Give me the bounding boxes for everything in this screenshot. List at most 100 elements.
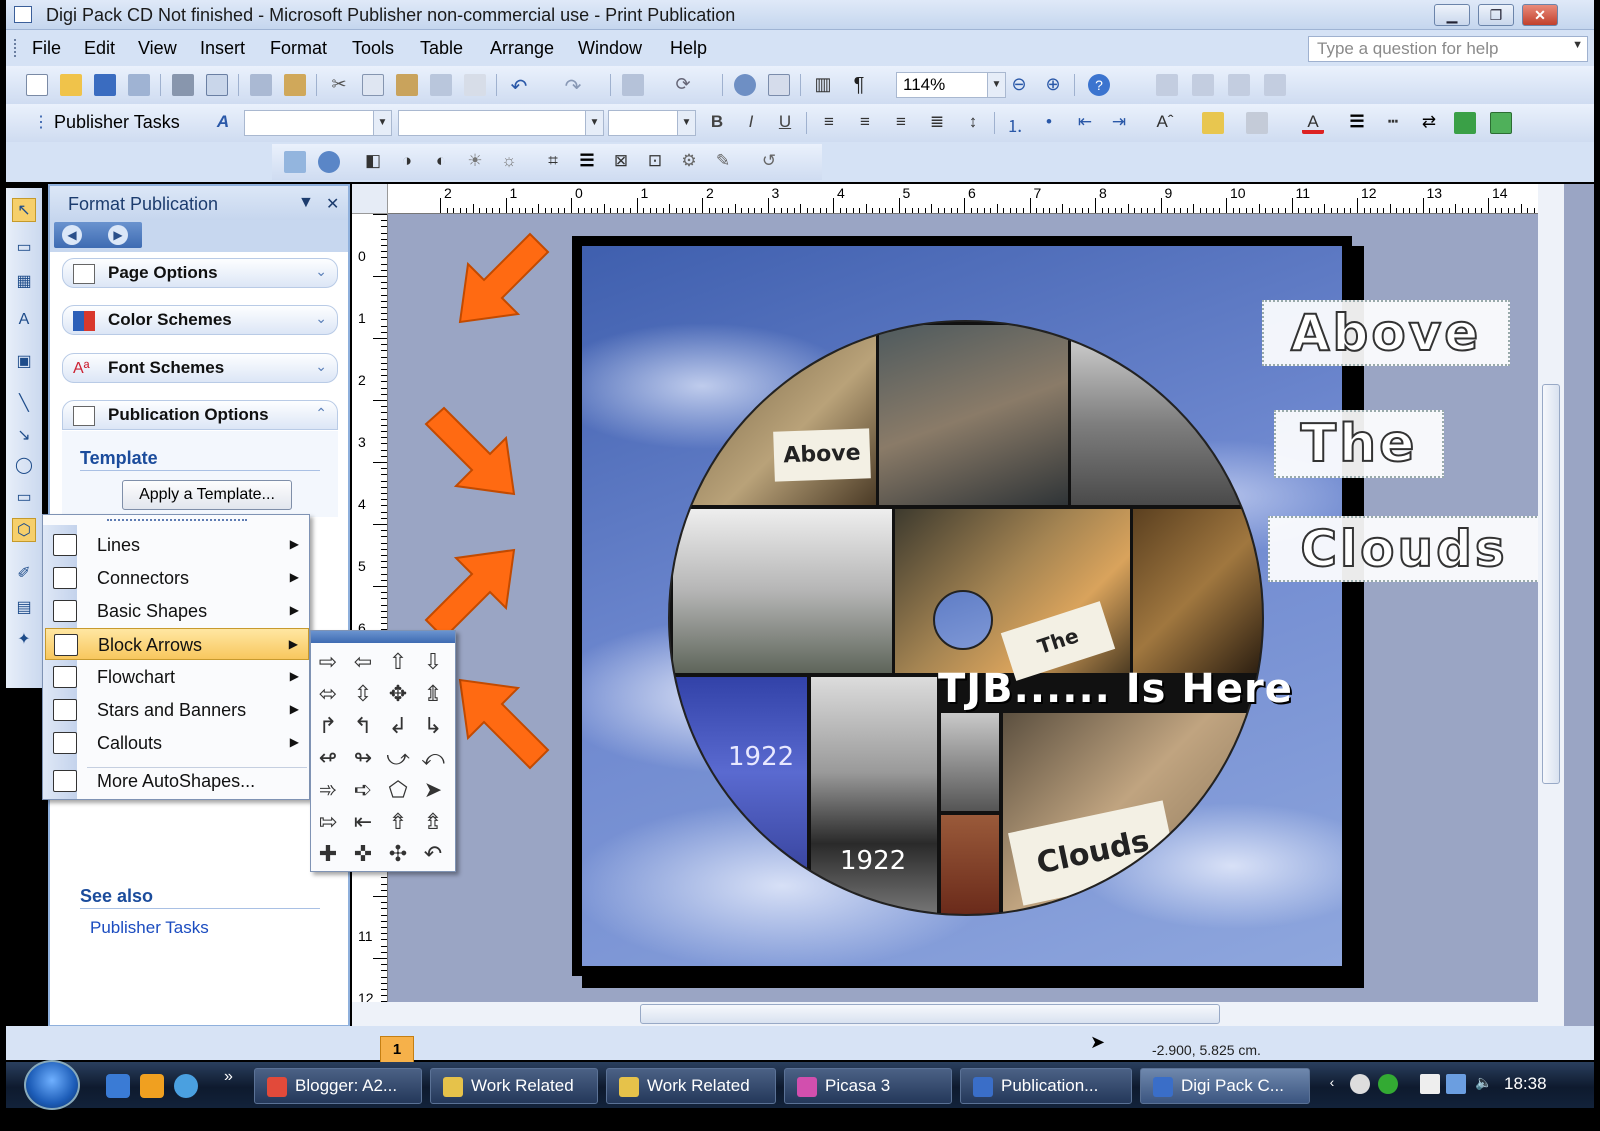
cut-icon[interactable]: ✂ xyxy=(328,74,350,96)
styles-icon[interactable]: A xyxy=(212,112,234,134)
safely-remove-icon[interactable] xyxy=(1420,1074,1440,1094)
chevron-down-icon[interactable]: ⌄ xyxy=(315,358,327,375)
taskbar-button[interactable]: Digi Pack C... xyxy=(1140,1068,1310,1104)
less-brightness-icon[interactable]: ☼ xyxy=(498,151,520,173)
paste-icon[interactable] xyxy=(396,74,418,96)
autoshapes-item-callouts[interactable]: Callouts ▶ xyxy=(45,727,309,759)
disc-caption[interactable]: TJB...... Is Here xyxy=(938,666,1293,712)
autoshapes-item-more-autoshapes[interactable]: More AutoShapes... xyxy=(45,765,309,797)
section-color-schemes[interactable]: Color Schemes ⌄ xyxy=(62,305,338,335)
vertical-scrollbar[interactable] xyxy=(1538,184,1564,1002)
compress-icon[interactable]: ⊠ xyxy=(610,151,632,173)
volume-icon[interactable]: 🔈 xyxy=(1474,1074,1494,1094)
wordart-icon[interactable]: A xyxy=(12,308,36,332)
line-spacing-icon[interactable]: ↕ xyxy=(962,112,984,134)
taskbar-button[interactable]: Work Related xyxy=(430,1068,598,1104)
justify-icon[interactable]: ≣ xyxy=(926,112,948,134)
text-wrap-icon[interactable]: ⊡ xyxy=(644,151,666,173)
underline-icon[interactable]: U xyxy=(774,112,796,134)
format-painter-icon[interactable] xyxy=(430,74,452,96)
chevron-down-icon[interactable]: ▼ xyxy=(1572,39,1583,51)
zoom-combo[interactable]: 114% ▼ xyxy=(896,72,1006,98)
block-arrow-shape-2-2[interactable]: ↲ xyxy=(383,711,413,741)
horizontal-scroll-thumb[interactable] xyxy=(640,1004,1220,1024)
autoshapes-item-stars-and-banners[interactable]: Stars and Banners ▶ xyxy=(45,694,309,726)
wordart-above[interactable]: Above xyxy=(1262,300,1510,366)
menu-edit[interactable]: Edit xyxy=(84,38,115,59)
color-icon[interactable] xyxy=(318,151,340,173)
rectangle-icon[interactable]: ▭ xyxy=(12,486,36,510)
photo-tile[interactable] xyxy=(1068,322,1262,508)
chevron-down-icon[interactable]: ⌄ xyxy=(315,263,327,280)
autoshapes-item-basic-shapes[interactable]: Basic Shapes ▶ xyxy=(45,595,309,627)
brush-icon[interactable] xyxy=(464,74,486,96)
photo-tile[interactable] xyxy=(938,710,1002,814)
chevron-down-icon[interactable]: ▼ xyxy=(373,111,391,135)
line-color-icon[interactable] xyxy=(1246,112,1268,134)
back-icon[interactable]: ◀ xyxy=(62,225,82,245)
browser-icon[interactable] xyxy=(174,1074,198,1098)
block-arrow-shape-5-2[interactable]: ⇮ xyxy=(383,807,413,837)
menu-table[interactable]: Table xyxy=(420,38,463,59)
photo-tile[interactable] xyxy=(670,506,896,676)
next-text-box-icon[interactable] xyxy=(1264,74,1286,96)
open-icon[interactable] xyxy=(60,74,82,96)
photo-tile[interactable] xyxy=(876,322,1072,508)
style-combo[interactable]: ▼ xyxy=(244,110,392,136)
reset-picture-icon[interactable]: ↺ xyxy=(758,151,780,173)
zoom-page-icon[interactable] xyxy=(768,74,790,96)
hotspot-icon[interactable]: ✦ xyxy=(12,628,36,652)
columns-icon[interactable]: ▥ xyxy=(812,74,834,96)
redo-icon[interactable]: ↷ xyxy=(562,74,584,98)
publisher-tasks-button[interactable]: Publisher Tasks xyxy=(54,112,180,133)
text-box-icon[interactable]: ▭ xyxy=(12,236,36,260)
clock[interactable]: 18:38 xyxy=(1504,1074,1547,1094)
more-brightness-icon[interactable]: ☀ xyxy=(464,151,486,173)
web-tools-icon[interactable]: ▤ xyxy=(12,596,36,620)
ruler-corner[interactable] xyxy=(352,184,388,214)
publisher-tasks-icon[interactable]: ⋮ xyxy=(30,112,52,134)
print-preview-icon[interactable] xyxy=(206,74,228,96)
help-question-box[interactable]: Type a question for help ▼ xyxy=(1308,36,1588,62)
block-arrow-shape-3-2[interactable]: ⤻ xyxy=(383,743,413,773)
ie-icon[interactable] xyxy=(106,1074,130,1098)
block-arrow-shape-6-2[interactable]: ✣ xyxy=(383,839,413,869)
save-icon[interactable] xyxy=(94,74,116,96)
publisher-app-icon[interactable] xyxy=(14,6,32,23)
menu-drag-handle[interactable] xyxy=(107,519,247,523)
decrease-indent-icon[interactable]: ⇤ xyxy=(1074,112,1096,134)
section-font-schemes[interactable]: Aª Font Schemes ⌄ xyxy=(62,353,338,383)
menu-arrange[interactable]: Arrange xyxy=(490,38,554,59)
block-arrow-shape-6-1[interactable]: ✜ xyxy=(348,839,378,869)
3d-style-icon[interactable] xyxy=(1490,112,1512,134)
photo-tile[interactable] xyxy=(1130,506,1262,676)
block-arrow-shape-1-0[interactable]: ⬄ xyxy=(313,679,343,709)
chevron-down-icon[interactable]: ▼ xyxy=(987,73,1005,97)
font-color-icon[interactable]: A xyxy=(1302,112,1324,134)
unlink-text-box-icon[interactable] xyxy=(1192,74,1214,96)
block-arrow-shape-5-0[interactable]: ⇰ xyxy=(313,807,343,837)
block-arrow-shape-4-3[interactable]: ➤ xyxy=(418,775,448,805)
taskbar-button[interactable]: Picasa 3 xyxy=(784,1068,952,1104)
chevron-down-icon[interactable]: ▼ xyxy=(585,111,603,135)
chevron-down-icon[interactable]: ▼ xyxy=(298,194,314,212)
page-navigation-tab[interactable]: 1 xyxy=(380,1036,414,1064)
menu-format[interactable]: Format xyxy=(270,38,327,59)
help-icon[interactable]: ? xyxy=(1088,74,1110,96)
crop-icon[interactable]: ⌗ xyxy=(542,151,564,173)
set-transparent-icon[interactable]: ✎ xyxy=(712,151,734,173)
pilcrow-icon[interactable]: ¶ xyxy=(848,74,870,96)
menu-file[interactable]: File xyxy=(32,38,61,59)
block-arrow-shape-2-3[interactable]: ↳ xyxy=(418,711,448,741)
chevron-down-icon[interactable]: ▼ xyxy=(677,111,695,135)
picture-frame-icon[interactable]: ▣ xyxy=(12,350,36,374)
previous-text-box-icon[interactable] xyxy=(1228,74,1250,96)
shadow-style-icon[interactable] xyxy=(1454,112,1476,134)
wordart-the[interactable]: The xyxy=(1274,410,1444,478)
menu-grip[interactable] xyxy=(14,39,17,57)
block-arrow-shape-1-3[interactable]: ⇭ xyxy=(418,679,448,709)
line-icon[interactable]: ╲ xyxy=(12,392,36,416)
autoshapes-item-flowchart[interactable]: Flowchart ▶ xyxy=(45,661,309,693)
autoshapes-icon[interactable]: ⬡ xyxy=(12,518,36,542)
block-arrow-shape-0-3[interactable]: ⇩ xyxy=(418,647,448,677)
